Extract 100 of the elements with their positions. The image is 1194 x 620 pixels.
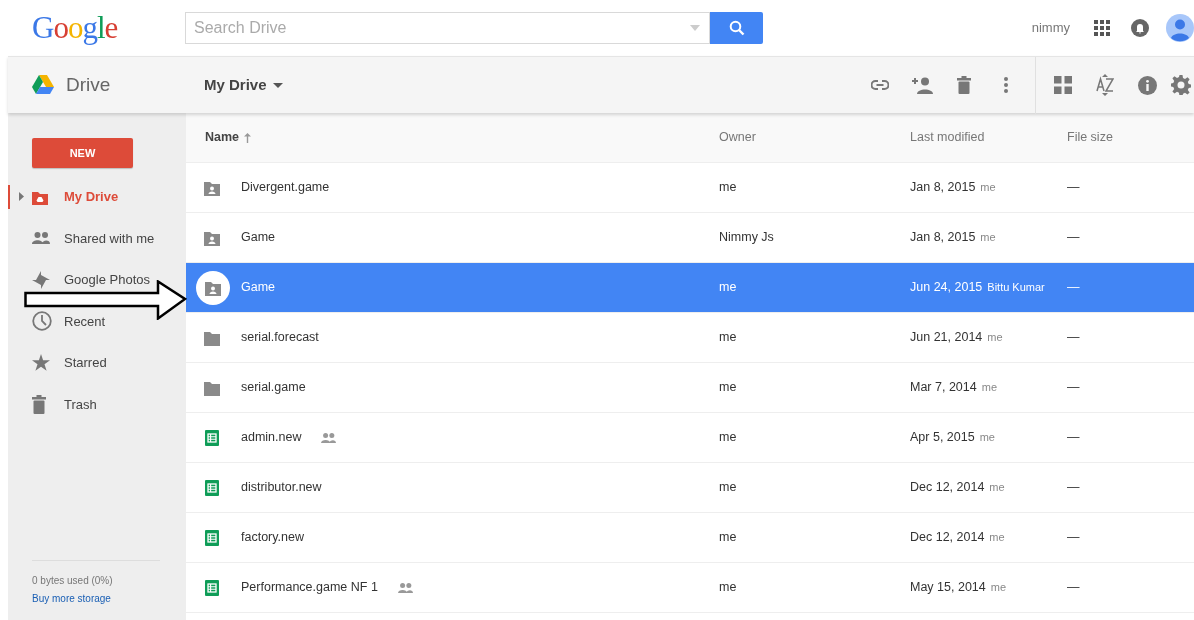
file-row[interactable]: distributor.new me Dec 12, 2014 me —	[186, 463, 1194, 513]
modified-by: me	[989, 481, 1005, 494]
file-name: Game	[241, 279, 276, 297]
modified-date: Jun 21, 2014	[910, 330, 983, 345]
spreadsheet-icon	[204, 429, 220, 446]
file-size: —	[1067, 229, 1081, 247]
file-row[interactable]: factory.new me Dec 12, 2014 me —	[186, 513, 1194, 563]
owner-name: me	[719, 579, 738, 597]
info-icon	[1137, 75, 1157, 95]
link-icon	[871, 80, 889, 90]
modified-date: Dec 12, 2014	[910, 480, 985, 495]
column-header[interactable]: Owner	[719, 128, 910, 147]
drive-logo-icon	[32, 75, 54, 95]
file-size: —	[1067, 529, 1081, 547]
owner-name: me	[719, 379, 738, 397]
trash-icon	[957, 76, 971, 94]
search-icon	[728, 20, 745, 36]
location-dropdown[interactable]: My Drive	[186, 73, 283, 97]
star-icon	[32, 354, 50, 372]
folder-icon	[204, 379, 220, 396]
modified-date: Jan 8, 2015	[910, 230, 976, 245]
file-row[interactable]: admin.new me Apr 5, 2015 me —	[186, 413, 1194, 463]
app-name: Drive	[66, 72, 111, 97]
modified-date: Apr 5, 2015	[910, 430, 975, 445]
buy-storage-link[interactable]: Buy more storage	[32, 591, 111, 606]
more-vertical-icon	[1004, 77, 1008, 93]
add-person-icon	[911, 76, 933, 94]
people-icon	[32, 232, 50, 245]
owner-name: me	[719, 429, 738, 447]
file-name: serial.forecast	[241, 329, 319, 347]
modified-date: May 15, 2014	[910, 580, 986, 595]
search-field[interactable]: Search Drive	[185, 12, 710, 44]
column-header[interactable]: Last modified	[910, 128, 1067, 147]
user-name: nimmy	[1031, 19, 1070, 38]
file-row[interactable]: serial.game me Mar 7, 2014 me —	[186, 363, 1194, 413]
owner-name: me	[719, 479, 738, 497]
modified-by: me	[987, 331, 1003, 344]
grid-view-icon	[1054, 76, 1072, 94]
folder-icon	[204, 329, 220, 346]
file-size: —	[1067, 329, 1081, 347]
spreadsheet-icon	[204, 479, 220, 496]
file-row[interactable]: serial.forecast me Jun 21, 2014 me —	[186, 313, 1194, 363]
modified-by: me	[981, 381, 997, 394]
search-button[interactable]	[710, 12, 763, 44]
file-size: —	[1067, 429, 1081, 447]
modified-date: Jan 8, 2015	[910, 180, 976, 195]
sidebar-item[interactable]: Starred	[8, 350, 113, 375]
file-row[interactable]: Performance.game NF 1 me May 15, 2014 me —	[186, 563, 1194, 613]
avatar-icon	[1166, 14, 1194, 42]
shared-folder-icon	[204, 229, 220, 246]
sidebar-item[interactable]: Google Photos	[8, 267, 156, 292]
sidebar-item[interactable]: Trash	[8, 392, 103, 417]
sidebar-item[interactable]: Recent	[8, 309, 112, 334]
modified-date: Dec 12, 2014	[910, 530, 985, 545]
file-name: distributor.new	[241, 479, 322, 497]
owner-name: me	[719, 529, 738, 547]
sort-ascending-icon	[244, 132, 252, 143]
owner-name: me	[719, 279, 738, 297]
dropdown-caret-icon	[690, 25, 700, 31]
modified-date: Jun 24, 2015	[910, 280, 983, 295]
spreadsheet-icon	[204, 579, 220, 596]
pinwheel-icon	[32, 270, 50, 289]
file-name: Performance.game NF 1	[241, 579, 378, 597]
file-size: —	[1067, 279, 1081, 297]
storage-usage: 0 bytes used (0%)	[32, 574, 114, 588]
owner-name: Nimmy Js	[719, 229, 775, 247]
modified-by: me	[980, 231, 996, 244]
owner-name: me	[719, 329, 738, 347]
new-button[interactable]: NEW	[32, 138, 133, 168]
clock-icon	[32, 311, 52, 332]
file-name: Divergent.game	[241, 179, 330, 197]
file-name: admin.new	[241, 429, 302, 447]
logo: Google	[32, 8, 119, 47]
column-header[interactable]: Name	[205, 128, 240, 147]
sidebar-item[interactable]: Shared with me	[8, 226, 161, 251]
file-size: —	[1067, 379, 1081, 397]
modified-date: Mar 7, 2014	[910, 380, 977, 395]
caret-icon	[272, 82, 283, 88]
apps-grid-icon	[1094, 20, 1110, 36]
file-size: —	[1067, 179, 1081, 197]
column-header[interactable]: File size	[1067, 128, 1194, 147]
spreadsheet-icon	[204, 529, 220, 546]
bell-icon	[1131, 19, 1149, 37]
owner-name: me	[719, 179, 738, 197]
shared-folder-icon	[205, 279, 221, 296]
file-name: factory.new	[241, 529, 304, 547]
file-name: serial.game	[241, 379, 306, 397]
modified-by: Bittu Kumar	[987, 281, 1045, 294]
expand-arrow-icon	[18, 192, 24, 202]
file-size: —	[1067, 579, 1081, 597]
file-name: Game	[241, 229, 276, 247]
trash-icon	[32, 394, 46, 414]
sidebar-item[interactable]: My Drive	[8, 184, 125, 209]
modified-by: me	[990, 581, 1007, 594]
modified-by: me	[980, 181, 996, 194]
file-row[interactable]: Divergent.game me Jan 8, 2015 me —	[186, 163, 1194, 213]
file-row[interactable]: Game me Jun 24, 2015 Bittu Kumar —	[186, 263, 1194, 313]
modified-by: me	[989, 531, 1005, 544]
modified-by: me	[979, 431, 995, 444]
shared-folder-icon	[204, 179, 220, 196]
